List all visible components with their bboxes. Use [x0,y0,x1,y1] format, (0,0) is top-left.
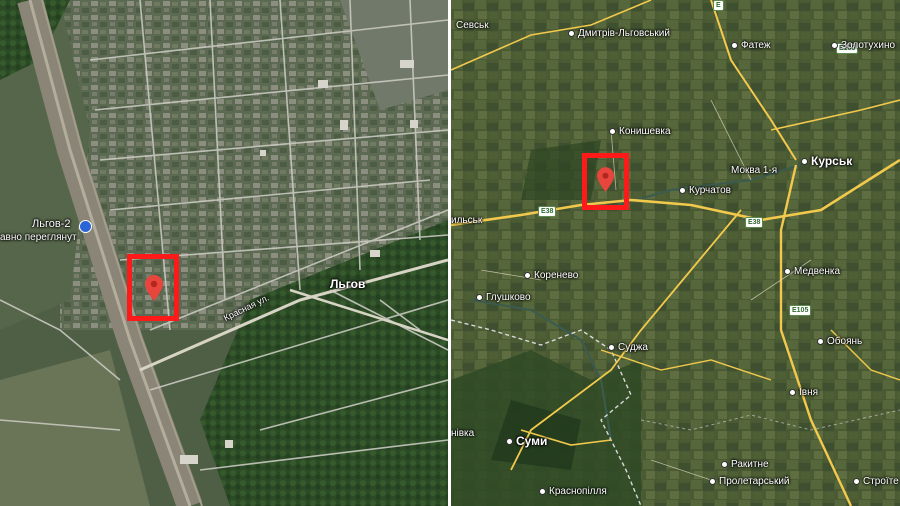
label-medvenka-text: Медвенка [794,266,841,277]
map-pin-icon[interactable] [145,275,163,301]
place-dot [506,438,513,446]
label-zolotukhino[interactable]: Золотухино [831,40,895,51]
place-dot [721,460,728,468]
label-nivka[interactable]: нівка [451,428,474,439]
label-fatezh[interactable]: Фатеж [731,40,771,51]
label-kurchatov-text: Курчатов [689,185,731,196]
label-kurchatov[interactable]: Курчатов [679,185,731,196]
label-konyshevka[interactable]: Конишевка [609,126,671,137]
label-rakitnoe[interactable]: Ракитне [721,459,769,470]
label-dmitriev[interactable]: Дмитрів-Льговський [568,28,670,39]
label-oboyan[interactable]: Обоянь [817,336,862,347]
label-stroitel-text: Строїте [863,476,899,487]
place-dot [853,477,860,485]
place-dot [539,487,546,495]
label-krasnopillya[interactable]: Краснопілля [539,486,607,497]
label-konyshevka-text: Конишевка [619,126,671,137]
label-glushkovo[interactable]: Глушково [476,292,531,303]
place-dot [609,127,616,135]
label-sudzha[interactable]: Суджа [608,342,648,353]
place-dot [817,337,824,345]
road-shield-e38-right: E38 [745,217,764,228]
lgov-satellite-map[interactable]: Льгов-2 авно переглянут Льгов Красная ул… [0,0,448,506]
lgov-satellite-imagery [0,0,448,506]
label-lgov-cut[interactable]: ильськ [451,215,482,226]
place-dot [784,267,791,275]
road-shield-e105: E105 [789,305,812,316]
map-comparison: Льгов-2 авно переглянут Льгов Красная ул… [0,0,900,506]
label-medvenka[interactable]: Медвенка [784,266,840,277]
label-zolotukhino-text: Золотухино [841,40,896,51]
map-pin-icon[interactable] [597,167,614,192]
label-oboyan-text: Обоянь [827,336,863,347]
label-dmitriev-text: Дмитрів-Льговський [578,28,670,39]
place-dot [476,293,483,301]
label-lgov-2[interactable]: Льгов-2 [32,218,70,230]
place-dot [679,186,686,194]
label-mokva[interactable]: Моква 1-я [731,165,777,176]
road-shield-e38-left: E38 [538,206,557,217]
rail-station-icon[interactable] [79,220,92,233]
label-sevsk[interactable]: Севськ [456,20,489,31]
place-dot [524,271,531,279]
label-ivnya[interactable]: Івня [789,387,818,398]
label-proletarsky[interactable]: Пролетарський [709,476,790,487]
label-fatezh-text: Фатеж [741,40,771,51]
label-sumy-text: Суми [516,434,548,448]
label-kursk[interactable]: Курськ [801,154,852,168]
label-sumy[interactable]: Суми [506,434,547,448]
label-proletarsky-text: Пролетарський [719,476,790,487]
label-ivnya-text: Івня [799,387,819,398]
regional-satellite-imagery [451,0,900,506]
label-rakitnoe-text: Ракитне [731,459,769,470]
place-dot [731,41,738,49]
place-dot [568,29,575,37]
label-kursk-text: Курськ [811,154,853,168]
place-dot [608,343,615,351]
label-krasnopillya-text: Краснопілля [549,486,607,497]
place-dot [831,41,838,49]
label-stroitel[interactable]: Строїте [853,476,899,487]
place-dot [789,388,796,396]
label-glushkovo-text: Глушково [486,292,531,303]
place-dot [801,158,808,166]
label-recently-viewed: авно переглянут [0,232,77,243]
label-korenevo-text: Коренево [534,270,579,281]
regional-satellite-map[interactable]: E38 E38 E105 E105 E Севськ Дмитрів-Льгов… [451,0,900,506]
road-shield-e-top: E [713,0,724,11]
label-korenevo[interactable]: Коренево [524,270,578,281]
label-lgov[interactable]: Льгов [330,277,365,291]
place-dot [709,477,716,485]
label-sudzha-text: Суджа [618,342,648,353]
